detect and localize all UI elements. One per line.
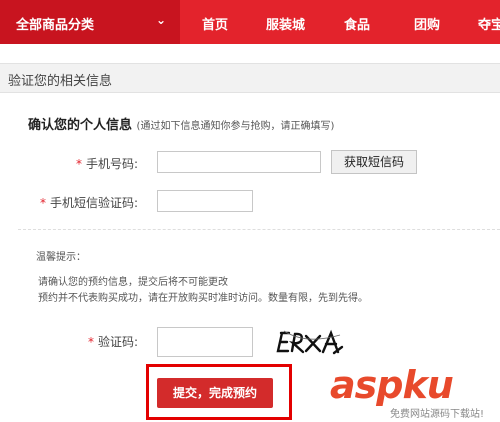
- section-divider: [18, 229, 500, 230]
- phone-label: * 手机号码:: [76, 155, 138, 172]
- captcha-label: * 验证码:: [88, 333, 138, 350]
- sms-code-label-text: 手机短信验证码:: [50, 196, 139, 210]
- watermark-brand: aspku: [330, 363, 454, 407]
- sms-code-label: * 手机短信验证码:: [40, 194, 138, 211]
- confirm-info-title: 确认您的个人信息 (通过如下信息通知你参与抢购，请正确填写): [28, 114, 334, 133]
- category-label: 全部商品分类: [16, 18, 95, 33]
- captcha-image[interactable]: [276, 327, 346, 357]
- nav-item-groupbuy[interactable]: 团购: [414, 14, 440, 33]
- chevron-down-icon: ⌄: [156, 13, 167, 27]
- required-mark: *: [76, 157, 82, 171]
- phone-input[interactable]: [157, 151, 321, 173]
- top-nav: 全部商品分类 ⌄ 首页 服装城 食品 团购 夺宝: [0, 0, 500, 44]
- captcha-label-text: 验证码:: [98, 335, 139, 349]
- section-title: 验证您的相关信息: [8, 74, 113, 89]
- nav-item-treasure[interactable]: 夺宝: [478, 14, 500, 33]
- sms-code-input[interactable]: [157, 190, 253, 212]
- nav-item-home[interactable]: 首页: [202, 14, 228, 33]
- watermark-logo: aspku 免费网站源码下载站!: [330, 363, 500, 422]
- captcha-input[interactable]: [157, 327, 253, 357]
- category-menu[interactable]: 全部商品分类 ⌄: [0, 0, 180, 44]
- tips-title: 温馨提示：: [36, 252, 86, 263]
- confirm-info-hint: (通过如下信息通知你参与抢购，请正确填写): [136, 121, 335, 132]
- phone-label-text: 手机号码:: [86, 157, 139, 171]
- required-mark: *: [40, 196, 46, 210]
- confirm-info-heading: 确认您的个人信息: [28, 118, 133, 133]
- tips-line: 请确认您的预约信息，提交后将不可能更改: [38, 277, 228, 288]
- get-sms-code-button[interactable]: 获取短信码: [331, 150, 417, 174]
- watermark-subtitle: 免费网站源码下载站!: [390, 409, 485, 420]
- tips-line: 预约并不代表购买成功，请在开放购买时准时访问。数量有限，先到先得。: [38, 293, 368, 304]
- nav-item-food[interactable]: 食品: [344, 14, 370, 33]
- section-header: 验证您的相关信息: [0, 63, 500, 93]
- nav-item-clothing[interactable]: 服装城: [266, 14, 305, 33]
- required-mark: *: [88, 335, 94, 349]
- submit-reservation-button[interactable]: 提交，完成预约: [157, 378, 273, 408]
